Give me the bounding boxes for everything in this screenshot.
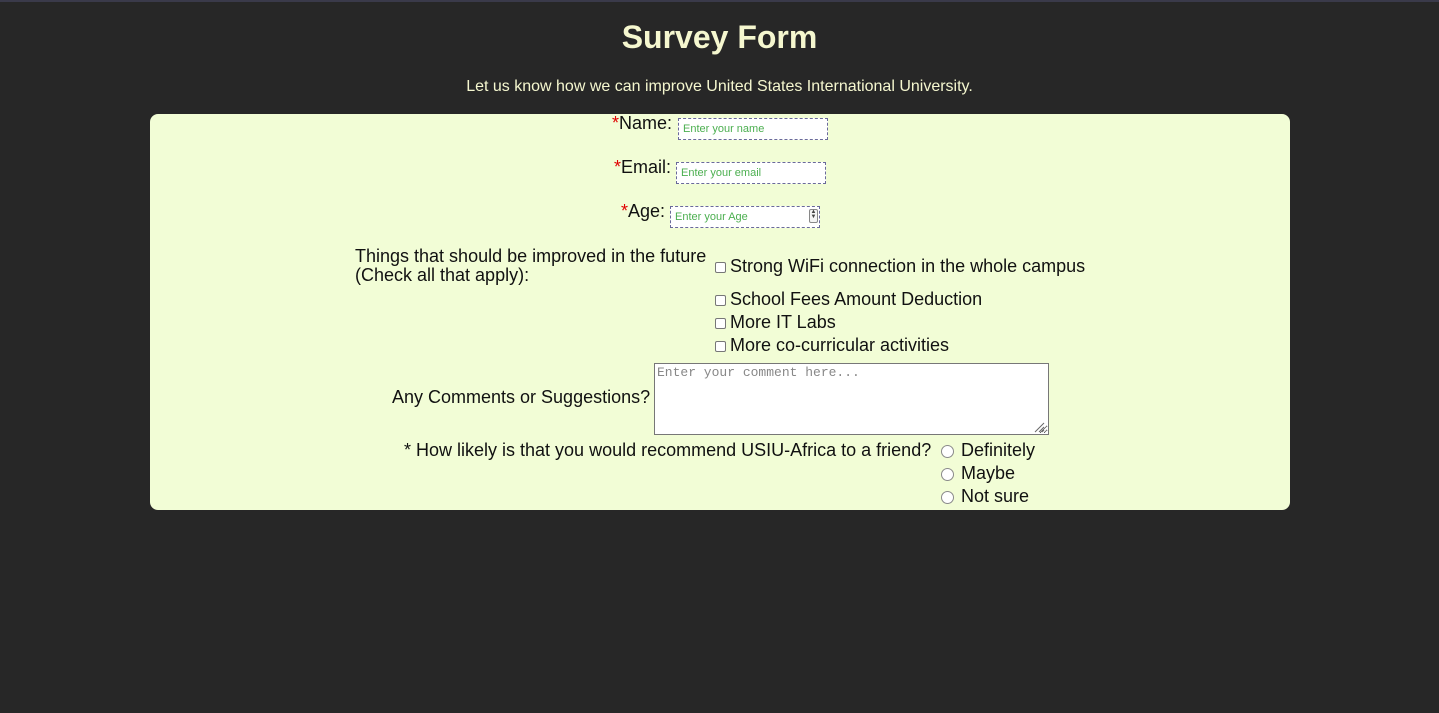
age-input[interactable] [670, 206, 820, 228]
definitely-option-label: Definitely [961, 440, 1036, 460]
comments-label: Any Comments or Suggestions? [392, 387, 651, 407]
fees-checkbox[interactable] [715, 295, 726, 306]
wifi-option-label: Strong WiFi connection in the whole camp… [730, 256, 1086, 276]
cocurricular-option-label: More co-curricular activities [730, 335, 950, 355]
survey-form: *Name: *Email: *Age: ▲▼ Things that shou… [150, 113, 1290, 510]
fees-option-label: School Fees Amount Deduction [730, 289, 983, 309]
recommend-option-not-sure[interactable]: Not sure [941, 486, 1051, 508]
page-description: Let us know how we can improve United St… [466, 78, 973, 95]
age-label: *Age: [621, 201, 665, 222]
recommend-option-maybe[interactable]: Maybe [941, 463, 1051, 485]
age-stepper[interactable]: ▲ ▼ [809, 209, 818, 223]
required-marker: * [612, 113, 620, 133]
maybe-radio[interactable] [941, 468, 954, 481]
age-label-text: Age: [628, 201, 666, 221]
not-sure-option-label: Not sure [961, 486, 1030, 506]
wifi-checkbox[interactable] [715, 262, 726, 273]
name-label-text: Name: [619, 113, 673, 133]
comments-textarea[interactable] [654, 363, 1049, 435]
name-label: *Name: [612, 113, 672, 134]
resize-grip-icon[interactable] [1033, 421, 1045, 433]
window-top-border [0, 0, 1439, 2]
not-sure-radio[interactable] [941, 491, 954, 504]
improvements-label-line2: (Check all that apply): [355, 265, 530, 285]
email-input[interactable] [676, 162, 826, 184]
required-marker: * [621, 201, 629, 221]
age-field: ▲▼ [670, 206, 820, 228]
it-labs-checkbox[interactable] [715, 318, 726, 329]
improvement-option-it-labs[interactable]: More IT Labs [715, 312, 1095, 334]
improvement-option-wifi[interactable]: Strong WiFi connection in the whole camp… [715, 256, 1095, 278]
required-marker: * [614, 157, 622, 177]
definitely-radio[interactable] [941, 445, 954, 458]
recommend-label: * How likely is that you would recommend… [404, 440, 932, 460]
recommend-option-definitely[interactable]: Definitely [941, 440, 1051, 462]
cocurricular-checkbox[interactable] [715, 341, 726, 352]
email-label: *Email: [614, 157, 671, 178]
improvement-option-cocurricular[interactable]: More co-curricular activities [715, 335, 1095, 357]
it-labs-option-label: More IT Labs [730, 312, 836, 332]
improvements-label-line1: Things that should be improved in the fu… [355, 246, 707, 266]
name-input[interactable] [678, 118, 828, 140]
improvement-option-fees[interactable]: School Fees Amount Deduction [715, 289, 1095, 311]
improvements-label: Things that should be improved in the fu… [355, 247, 706, 285]
maybe-option-label: Maybe [961, 463, 1016, 483]
email-label-text: Email: [621, 157, 672, 177]
page-title: Survey Form [621, 19, 818, 55]
